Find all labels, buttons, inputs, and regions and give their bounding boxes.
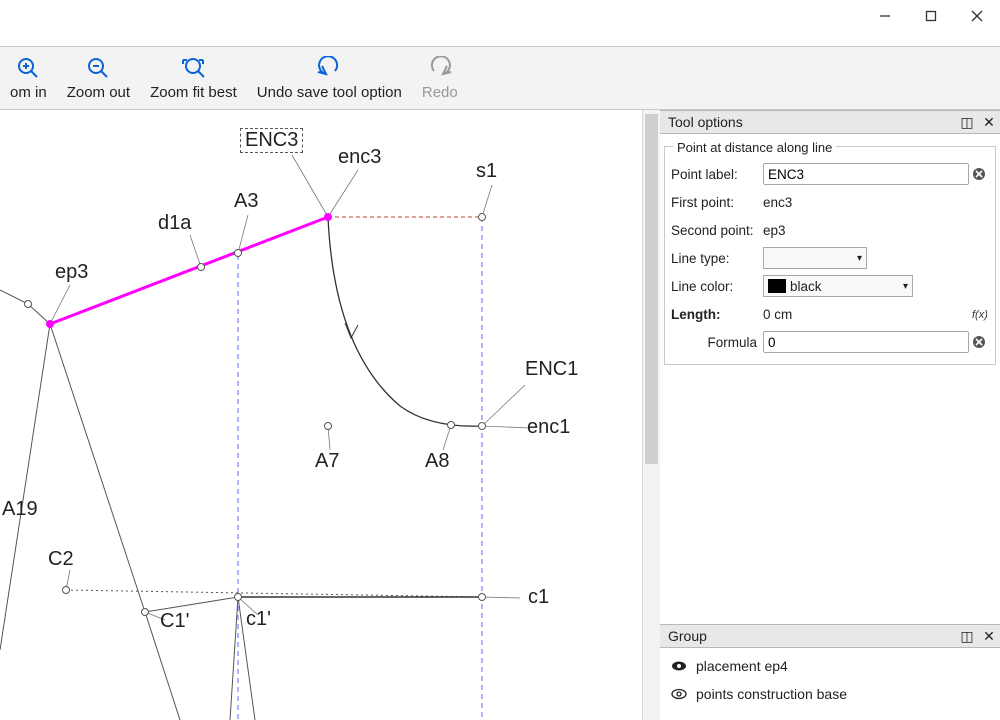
label-enc3: enc3 bbox=[338, 146, 381, 169]
group-row[interactable]: placement ep4 bbox=[662, 652, 998, 680]
clear-icon[interactable] bbox=[969, 332, 989, 352]
tool-options-header: Tool options ◫ ✕ bbox=[660, 110, 1000, 134]
maximize-button[interactable] bbox=[908, 0, 954, 32]
point-C2[interactable] bbox=[62, 586, 70, 594]
clear-icon[interactable] bbox=[969, 164, 989, 184]
line-color-lbl: Line color: bbox=[671, 279, 763, 294]
label-C2: C2 bbox=[48, 548, 74, 571]
point-A3[interactable] bbox=[234, 249, 242, 257]
label-ENC1: ENC1 bbox=[525, 358, 578, 381]
zoom-in-label: om in bbox=[10, 84, 47, 101]
point-aux1[interactable] bbox=[24, 300, 32, 308]
toolbar: om in Zoom out Zoom fit best Undo save t… bbox=[0, 46, 1000, 110]
drawing-canvas[interactable]: ENC3 enc3 s1 A3 d1a ep3 ENC1 enc1 A7 A8 … bbox=[0, 110, 660, 720]
zoom-in-button[interactable]: om in bbox=[0, 48, 57, 108]
close-panel-icon[interactable]: ✕ bbox=[978, 625, 1000, 647]
line-color-val: black bbox=[790, 279, 822, 294]
svg-text:f(x): f(x) bbox=[972, 309, 987, 321]
label-c1p: c1' bbox=[246, 608, 271, 631]
group-header: Group ◫ ✕ bbox=[660, 624, 1000, 648]
length-lbl: Length: bbox=[671, 307, 763, 322]
undock-icon[interactable]: ◫ bbox=[956, 625, 978, 647]
zoom-out-icon bbox=[86, 56, 110, 82]
drawing-svg bbox=[0, 110, 660, 720]
group-row-label: placement ep4 bbox=[696, 658, 788, 674]
minimize-button[interactable] bbox=[862, 0, 908, 32]
zoom-fit-button[interactable]: Zoom fit best bbox=[140, 48, 247, 108]
label-C1p: C1' bbox=[160, 610, 189, 633]
zoom-out-label: Zoom out bbox=[67, 84, 130, 101]
close-button[interactable] bbox=[954, 0, 1000, 32]
label-A7: A7 bbox=[315, 450, 339, 473]
zoom-fit-icon bbox=[181, 56, 205, 82]
formula-fx-icon[interactable]: f(x) bbox=[969, 304, 989, 324]
point-C1p[interactable] bbox=[141, 608, 149, 616]
point-s1[interactable] bbox=[478, 213, 486, 221]
group-row[interactable]: points construction base bbox=[662, 680, 998, 708]
point-A8[interactable] bbox=[447, 421, 455, 429]
line-color-combo[interactable]: black ▾ bbox=[763, 275, 913, 297]
chevron-down-icon: ▾ bbox=[857, 253, 862, 264]
label-ep3: ep3 bbox=[55, 261, 88, 284]
line-type-lbl: Line type: bbox=[671, 251, 763, 266]
tool-legend: Point at distance along line bbox=[673, 140, 836, 155]
formula-lbl: Formula bbox=[671, 335, 763, 350]
label-A8: A8 bbox=[425, 450, 449, 473]
redo-button: Redo bbox=[412, 48, 468, 108]
point-enc3[interactable] bbox=[324, 213, 332, 221]
zoom-fit-label: Zoom fit best bbox=[150, 84, 237, 101]
first-point-val: enc3 bbox=[763, 195, 792, 210]
label-d1a: d1a bbox=[158, 212, 191, 235]
redo-icon bbox=[428, 56, 452, 82]
formula-input[interactable] bbox=[763, 331, 969, 353]
chevron-down-icon: ▾ bbox=[903, 281, 908, 292]
canvas-scrollbar[interactable] bbox=[642, 110, 660, 720]
label-A19: A19 bbox=[2, 498, 38, 521]
undo-label: Undo save tool option bbox=[257, 84, 402, 101]
group-title: Group bbox=[668, 628, 707, 644]
point-ep3[interactable] bbox=[46, 320, 54, 328]
redo-label: Redo bbox=[422, 84, 458, 101]
first-point-lbl: First point: bbox=[671, 195, 763, 210]
undock-icon[interactable]: ◫ bbox=[956, 111, 978, 133]
point-c1p[interactable] bbox=[234, 593, 242, 601]
length-val: 0 cm bbox=[763, 307, 792, 322]
label-s1: s1 bbox=[476, 160, 497, 183]
tool-options-title: Tool options bbox=[668, 114, 743, 130]
color-swatch bbox=[768, 279, 786, 293]
point-c1[interactable] bbox=[478, 593, 486, 601]
zoom-in-icon bbox=[16, 56, 40, 82]
label-enc1: enc1 bbox=[527, 416, 570, 439]
selected-label-ENC3[interactable]: ENC3 bbox=[240, 128, 303, 153]
close-panel-icon[interactable]: ✕ bbox=[978, 111, 1000, 133]
label-c1: c1 bbox=[528, 586, 549, 609]
point-label-lbl: Point label: bbox=[671, 167, 763, 182]
point-A7[interactable] bbox=[324, 422, 332, 430]
zoom-out-button[interactable]: Zoom out bbox=[57, 48, 140, 108]
undo-button[interactable]: Undo save tool option bbox=[247, 48, 412, 108]
point-enc1[interactable] bbox=[478, 422, 486, 430]
eye-icon[interactable] bbox=[670, 660, 688, 672]
group-row-label: points construction base bbox=[696, 686, 847, 702]
eye-outline-icon[interactable] bbox=[670, 688, 688, 700]
point-d1a[interactable] bbox=[197, 263, 205, 271]
label-A3: A3 bbox=[234, 190, 258, 213]
line-type-combo[interactable]: ▾ bbox=[763, 247, 867, 269]
undo-icon bbox=[317, 56, 341, 82]
second-point-lbl: Second point: bbox=[671, 223, 763, 238]
point-label-input[interactable] bbox=[763, 163, 969, 185]
second-point-val: ep3 bbox=[763, 223, 786, 238]
